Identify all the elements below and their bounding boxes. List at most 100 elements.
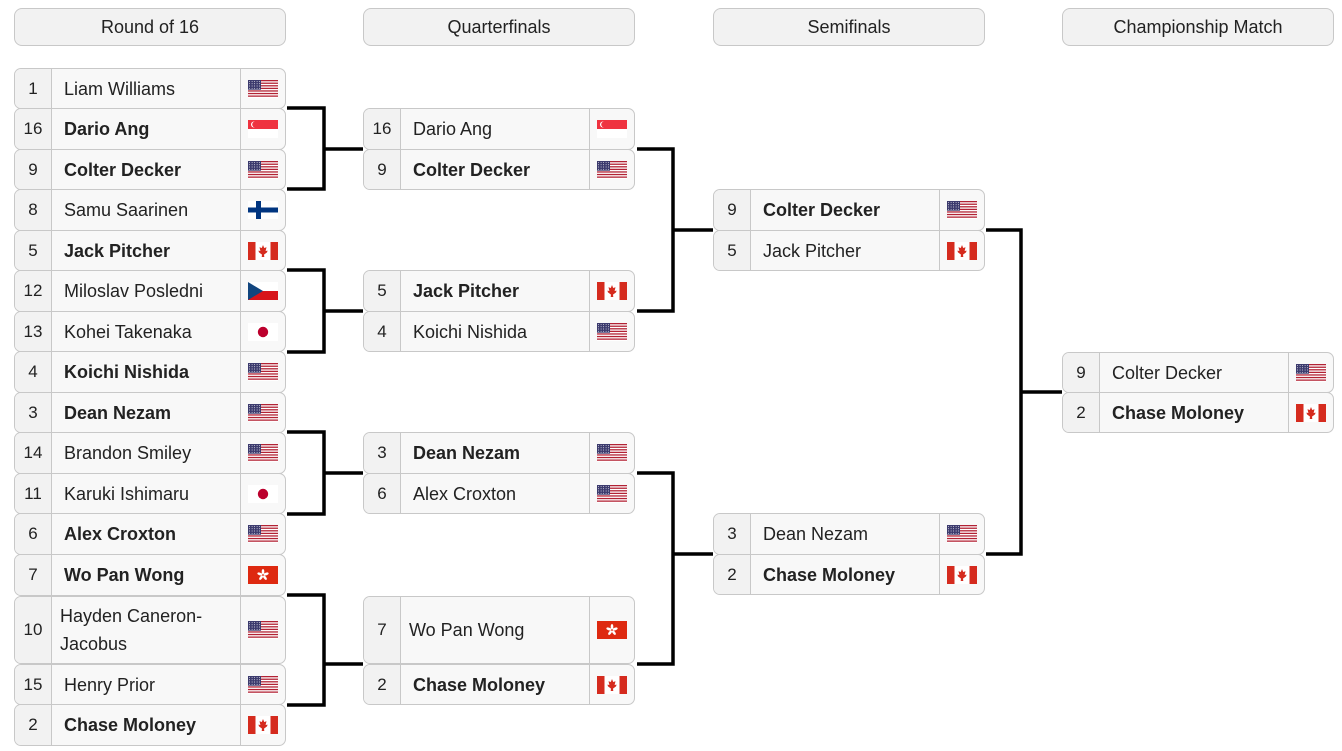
player-name: Dean Nezam [401,433,590,473]
round-of-16-slot[interactable]: 4 Koichi Nishida [14,351,286,393]
flag-cell [241,514,285,554]
player-name: Dean Nezam [52,393,241,432]
quarterfinals-slot[interactable]: 3 Dean Nezam [363,432,635,474]
seed-number: 9 [15,150,52,189]
usa-flag [248,403,278,422]
round-of-16-slot[interactable]: 7 Wo Pan Wong [14,554,286,596]
flag-cell [241,271,285,311]
semifinals-slot[interactable]: 3 Dean Nezam [713,513,985,555]
quarterfinals-slot[interactable]: 4 Koichi Nishida [363,311,635,352]
player-name: Dario Ang [52,109,241,149]
quarterfinals-slot[interactable]: 2 Chase Moloney [363,664,635,705]
player-name: Chase Moloney [1100,393,1289,432]
semifinals-slot[interactable]: 5 Jack Pitcher [713,230,985,271]
round-of-16-slot[interactable]: 8 Samu Saarinen [14,189,286,231]
canada-flag [947,241,977,260]
seed-number: 10 [15,597,52,663]
flag-cell [241,231,285,270]
seed-number: 16 [15,109,52,149]
flag-cell [590,597,634,663]
usa-flag [248,79,278,98]
player-name: Jack Pitcher [52,231,241,270]
seed-number: 7 [15,555,52,595]
flag-cell [241,433,285,473]
connector-line [287,268,363,354]
quarterfinals-slot[interactable]: 16 Dario Ang [363,108,635,150]
flag-cell [940,231,984,270]
seed-number: 2 [15,705,52,745]
connector-line [637,471,713,666]
singapore-flag [597,120,627,138]
flag-cell [241,393,285,432]
flag-cell [241,665,285,704]
quarterfinals-slot[interactable]: 6 Alex Croxton [363,473,635,514]
player-name: Alex Croxton [401,474,590,513]
seed-number: 4 [15,352,52,392]
flag-cell [241,69,285,108]
championship-slot[interactable]: 2 Chase Moloney [1062,392,1334,433]
flag-cell [241,555,285,595]
flag-cell [590,271,634,311]
flag-cell [590,665,634,704]
round-of-16-slot[interactable]: 9 Colter Decker [14,149,286,190]
flag-cell [1289,393,1333,432]
quarterfinals-slot[interactable]: 5 Jack Pitcher [363,270,635,312]
finland-flag [248,201,278,219]
seed-number: 1 [15,69,52,108]
player-name: Dario Ang [401,109,590,149]
flag-cell [241,597,285,663]
connector-line [637,147,713,313]
semifinals-slot[interactable]: 9 Colter Decker [713,189,985,231]
seed-number: 9 [364,150,401,189]
connector-line [287,106,363,191]
flag-cell [241,705,285,745]
connector-line [287,593,363,707]
player-name: Colter Decker [401,150,590,189]
usa-flag [248,160,278,179]
seed-number: 15 [15,665,52,704]
flag-cell [940,555,984,594]
usa-flag [248,363,278,381]
japan-flag [248,322,278,341]
round-of-16-slot[interactable]: 6 Alex Croxton [14,513,286,555]
player-name: Koichi Nishida [401,312,590,351]
usa-flag [248,675,278,694]
round-of-16-slot[interactable]: 12 Miloslav Posledni [14,270,286,312]
round-of-16-slot[interactable]: 14 Brandon Smiley [14,432,286,474]
round-of-16-slot[interactable]: 5 Jack Pitcher [14,230,286,271]
usa-flag [248,621,278,639]
seed-number: 3 [15,393,52,432]
seed-number: 11 [15,474,52,513]
championship-slot[interactable]: 9 Colter Decker [1062,352,1334,393]
quarterfinals-slot[interactable]: 7 Wo Pan Wong [363,596,635,664]
round-of-16-slot[interactable]: 16 Dario Ang [14,108,286,150]
quarterfinals-slot[interactable]: 9 Colter Decker [363,149,635,190]
usa-flag [1296,363,1326,382]
player-name: Jack Pitcher [751,231,940,270]
flag-cell [590,474,634,513]
player-name: Chase Moloney [401,665,590,704]
flag-cell [241,474,285,513]
canada-flag [597,675,627,694]
player-name: Brandon Smiley [52,433,241,473]
round-of-16-slot[interactable]: 3 Dean Nezam [14,392,286,433]
flag-cell [241,190,285,230]
round-of-16-slot[interactable]: 10 Hayden Caneron-Jacobus [14,596,286,664]
player-name: Kohei Takenaka [52,312,241,351]
flag-cell [241,352,285,392]
flag-cell [940,190,984,230]
round-of-16-slot[interactable]: 1 Liam Williams [14,68,286,109]
semifinals-slot[interactable]: 2 Chase Moloney [713,554,985,595]
flag-cell [241,109,285,149]
flag-cell [590,312,634,351]
canada-flag [947,565,977,584]
seed-number: 5 [364,271,401,311]
round-of-16-slot[interactable]: 11 Karuki Ishimaru [14,473,286,514]
round-of-16-slot[interactable]: 15 Henry Prior [14,664,286,705]
flag-cell [940,514,984,554]
seed-number: 9 [1063,353,1100,392]
connector-line [986,228,1062,556]
round-of-16-slot[interactable]: 13 Kohei Takenaka [14,311,286,352]
usa-flag [248,444,278,462]
round-of-16-slot[interactable]: 2 Chase Moloney [14,704,286,746]
